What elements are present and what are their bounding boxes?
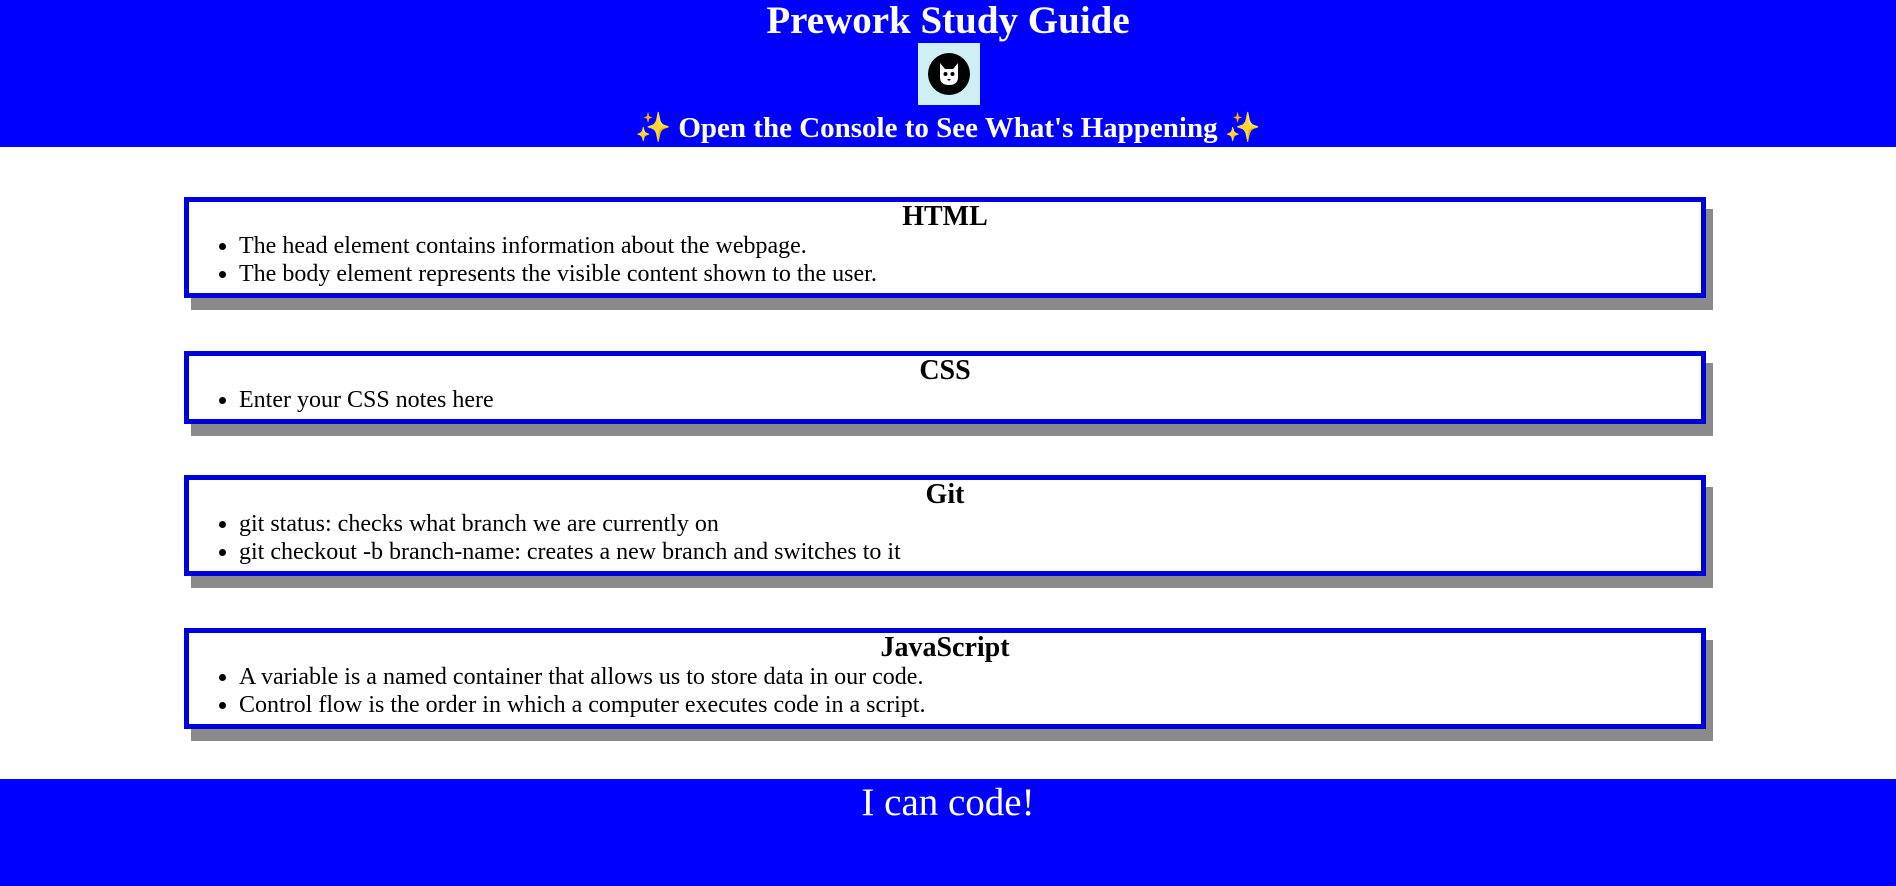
- html-heading: HTML: [902, 201, 988, 232]
- sparkles-icon: ✨: [1224, 112, 1261, 144]
- list-item: A variable is a named container that all…: [239, 663, 1701, 691]
- console-subtitle: ✨ Open the Console to See What's Happeni…: [0, 110, 1896, 146]
- list-item: git status: checks what branch we are cu…: [239, 510, 1701, 538]
- git-heading: Git: [925, 479, 965, 510]
- logo-circle: [928, 53, 970, 95]
- git-notes-list: git status: checks what branch we are cu…: [189, 510, 1701, 566]
- cat-logo-icon: [918, 43, 980, 105]
- javascript-card: JavaScript A variable is a named contain…: [184, 628, 1706, 729]
- study-sections: HTML The head element contains informati…: [0, 147, 1896, 779]
- list-item: Enter your CSS notes here: [239, 386, 1701, 414]
- html-card: HTML The head element contains informati…: [184, 197, 1706, 298]
- page-title: Prework Study Guide: [766, 0, 1130, 42]
- list-item: git checkout -b branch-name: creates a n…: [239, 538, 1701, 566]
- list-item: Control flow is the order in which a com…: [239, 691, 1701, 719]
- html-notes-list: The head element contains information ab…: [189, 232, 1701, 288]
- list-item: The body element represents the visible …: [239, 260, 1701, 288]
- css-notes-list: Enter your CSS notes here: [189, 386, 1701, 414]
- css-heading: CSS: [919, 355, 971, 386]
- cat-face-icon: [940, 63, 958, 85]
- git-card: Git git status: checks what branch we ar…: [184, 475, 1706, 576]
- list-item: The head element contains information ab…: [239, 232, 1701, 260]
- footer-text: I can code!: [861, 781, 1035, 824]
- css-card: CSS Enter your CSS notes here: [184, 351, 1706, 424]
- javascript-heading: JavaScript: [880, 632, 1010, 663]
- page-header: Prework Study Guide ✨ Open the Console t…: [0, 0, 1896, 147]
- page-footer: I can code!: [0, 779, 1896, 886]
- sparkles-icon: ✨: [635, 112, 672, 144]
- javascript-notes-list: A variable is a named container that all…: [189, 663, 1701, 719]
- subtitle-text: Open the Console to See What's Happening: [678, 112, 1218, 144]
